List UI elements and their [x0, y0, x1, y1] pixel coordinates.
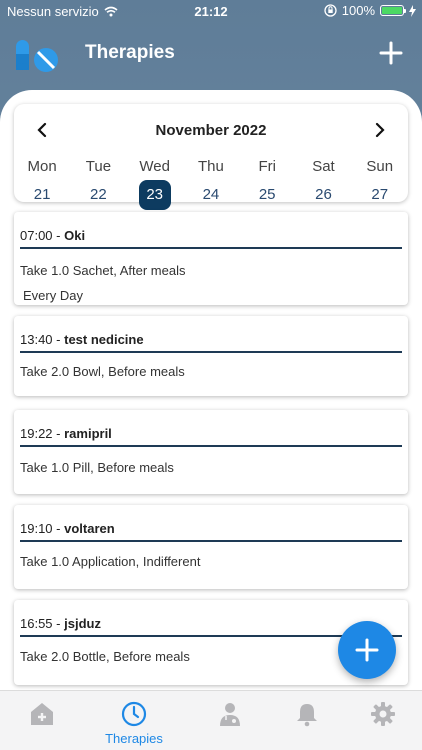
- therapy-time: 13:40: [20, 332, 53, 347]
- day-number: 24: [202, 186, 220, 203]
- calendar-day[interactable]: Sat 26: [295, 156, 351, 210]
- therapy-separator: -: [52, 426, 65, 441]
- therapy-header: 19:10 - voltaren: [20, 521, 115, 536]
- day-number: 21: [33, 186, 51, 203]
- day-number: 23: [138, 180, 171, 210]
- tab-bar: Therapies: [0, 690, 422, 750]
- status-bar: Nessun servizio 21:12 100%: [0, 0, 422, 22]
- therapy-name: Oki: [64, 228, 86, 243]
- battery-percent: 100%: [341, 3, 375, 18]
- orientation-lock-icon: [324, 4, 337, 17]
- battery-level: [382, 7, 402, 14]
- wifi-icon: [104, 6, 118, 17]
- therapy-name: ramipril: [64, 426, 112, 441]
- therapy-header: 19:22 - ramipril: [20, 426, 112, 441]
- calendar-day[interactable]: Thu 24: [183, 156, 239, 210]
- tab-notifications[interactable]: [265, 691, 349, 750]
- therapy-separator: -: [52, 521, 65, 536]
- carrier-info: Nessun servizio: [7, 4, 118, 19]
- divider: [20, 247, 402, 249]
- calendar-days: Mon 21 Tue 22 Wed 23 Thu 24 Fri 25 Sat 2…: [14, 156, 408, 210]
- therapy-dose: Take 2.0 Bowl, Before meals: [20, 364, 185, 379]
- therapy-frequency: Every Day: [23, 288, 83, 303]
- therapy-dose: Take 1.0 Pill, Before meals: [20, 460, 174, 475]
- day-name: Tue: [85, 158, 112, 175]
- day-name: Thu: [198, 158, 224, 175]
- therapy-separator: -: [52, 616, 65, 631]
- therapy-card[interactable]: 13:40 - test nedicine Take 2.0 Bowl, Bef…: [14, 316, 408, 396]
- therapy-header: 13:40 - test nedicine: [20, 332, 144, 347]
- day-name: Sun: [366, 158, 394, 175]
- day-number: 25: [258, 186, 276, 203]
- doctor-icon: [220, 703, 240, 726]
- chevron-right-icon[interactable]: [372, 122, 388, 138]
- plus-icon: [355, 638, 379, 662]
- therapy-time: 19:22: [20, 426, 53, 441]
- therapy-name: jsjduz: [64, 616, 101, 631]
- day-number: 27: [371, 186, 389, 203]
- tab-therapies-label: Therapies: [105, 731, 163, 746]
- day-number: 26: [315, 186, 332, 203]
- tab-settings[interactable]: [341, 691, 422, 750]
- day-name: Sat: [312, 158, 335, 175]
- therapy-separator: -: [52, 228, 65, 243]
- therapy-dose: Take 1.0 Application, Indifferent: [20, 554, 201, 569]
- therapy-time: 07:00: [20, 228, 53, 243]
- charging-bolt-icon: [409, 4, 416, 17]
- content-sheet: November 2022 Mon 21 Tue 22 Wed 23 Thu 2…: [0, 90, 422, 710]
- bell-icon: [297, 704, 317, 727]
- therapy-card[interactable]: 19:22 - ramipril Take 1.0 Pill, Before m…: [14, 410, 408, 494]
- divider: [20, 351, 402, 353]
- calendar-day[interactable]: Mon 21: [14, 156, 70, 210]
- tab-therapies[interactable]: Therapies: [92, 691, 176, 750]
- day-name: Fri: [258, 158, 276, 175]
- therapy-time: 19:10: [20, 521, 53, 536]
- pills-icon: [16, 40, 58, 72]
- gear-icon: [371, 702, 395, 726]
- clock-icon: [121, 701, 147, 727]
- calendar-month: November 2022: [155, 122, 267, 139]
- tab-doctor[interactable]: [188, 691, 272, 750]
- header: Therapies: [0, 30, 422, 80]
- day-number: 22: [90, 186, 107, 203]
- calendar-day[interactable]: Tue 22: [70, 156, 126, 210]
- tab-home[interactable]: [0, 691, 84, 750]
- therapy-dose: Take 1.0 Sachet, After meals: [20, 263, 186, 278]
- therapy-card[interactable]: 07:00 - Oki Take 1.0 Sachet, After meals…: [14, 212, 408, 305]
- therapy-card[interactable]: 19:10 - voltaren Take 1.0 Application, I…: [14, 505, 408, 589]
- day-name: Wed: [139, 158, 170, 175]
- therapy-header: 07:00 - Oki: [20, 228, 85, 243]
- therapy-name: voltaren: [64, 521, 115, 536]
- calendar-day[interactable]: Fri 25: [239, 156, 295, 210]
- therapy-dose: Take 2.0 Bottle, Before meals: [20, 649, 190, 664]
- battery-icon: [380, 5, 406, 16]
- add-floating-button[interactable]: [338, 621, 396, 679]
- calendar-day-selected[interactable]: Wed 23: [127, 156, 183, 210]
- divider: [20, 445, 402, 447]
- calendar-header: November 2022: [14, 104, 408, 154]
- status-right: 100%: [324, 3, 416, 18]
- day-name: Mon: [27, 158, 57, 175]
- page-title: Therapies: [85, 42, 175, 63]
- therapy-time: 16:55: [20, 616, 53, 631]
- therapy-separator: -: [52, 332, 65, 347]
- home-plus-icon: [31, 703, 53, 725]
- calendar-day[interactable]: Sun 27: [352, 156, 408, 210]
- therapy-header: 16:55 - jsjduz: [20, 616, 101, 631]
- add-therapy-button[interactable]: [378, 40, 404, 66]
- therapy-name: test nedicine: [64, 332, 144, 347]
- carrier-label: Nessun servizio: [7, 4, 99, 19]
- week-calendar: November 2022 Mon 21 Tue 22 Wed 23 Thu 2…: [14, 104, 408, 210]
- divider: [20, 540, 402, 542]
